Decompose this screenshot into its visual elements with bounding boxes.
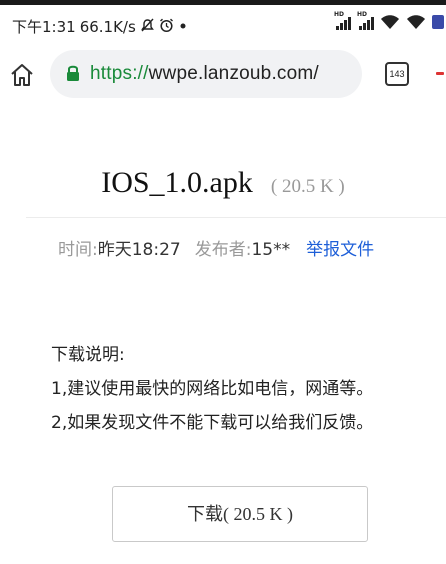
url-host: wwpe.lanzoub.com/: [148, 63, 319, 84]
file-title: IOS_1.0.apk ( 20.5 K ): [0, 166, 446, 200]
uploader-label: 发布者:: [194, 240, 252, 260]
divider: [26, 217, 446, 218]
battery-icon: [432, 15, 444, 29]
url-scheme: https://: [90, 63, 149, 84]
wifi-icon: [406, 14, 426, 30]
instruction-line: 2,如果发现文件不能下载可以给我们反馈。: [51, 413, 374, 433]
hd-label: HD: [357, 11, 368, 18]
instructions-heading: 下载说明:: [51, 345, 125, 365]
home-button[interactable]: [8, 61, 36, 89]
lock-icon: [66, 64, 80, 82]
net-speed: 66.1K/s: [79, 17, 136, 36]
hd-signal-icon: HD: [357, 11, 374, 30]
url-text[interactable]: https://wwpe.lanzoub.com/: [90, 63, 319, 85]
status-right: HD HD: [334, 11, 444, 30]
time-value: 昨天18:27: [97, 240, 181, 260]
home-icon: [11, 64, 33, 86]
menu-indicator[interactable]: [436, 72, 444, 75]
browser-toolbar: https://wwpe.lanzoub.com/ 143: [0, 46, 446, 104]
time-label: 时间:: [58, 240, 98, 260]
hd-signal-icon: HD: [334, 11, 351, 30]
instruction-line: 1,建议使用最快的网络比如电信，网通等。: [51, 379, 374, 399]
status-time: 下午1:31: [12, 18, 76, 36]
file-size: ( 20.5 K ): [270, 176, 345, 197]
dot-icon: [178, 18, 188, 36]
report-file-link[interactable]: 举报文件: [306, 240, 374, 260]
file-meta: 时间:昨天18:27 发布者:15** 举报文件: [58, 235, 374, 260]
hd-label: HD: [334, 11, 345, 18]
mute-icon: [140, 18, 155, 36]
tab-switcher-button[interactable]: 143: [385, 62, 409, 86]
download-button[interactable]: 下载( 20.5 K ): [112, 486, 368, 542]
alarm-icon: [159, 18, 174, 36]
status-left: 下午1:31 66.1K/s: [12, 16, 188, 37]
status-bar: 下午1:31 66.1K/s HD HD: [0, 5, 446, 41]
uploader-value: 15**: [251, 240, 291, 260]
download-instructions: 下载说明: 1,建议使用最快的网络比如电信，网通等。 2,如果发现文件不能下载可…: [51, 338, 373, 440]
wifi-icon: [380, 14, 400, 30]
file-name: IOS_1.0.apk: [101, 166, 253, 199]
address-bar[interactable]: https://wwpe.lanzoub.com/: [50, 50, 362, 98]
